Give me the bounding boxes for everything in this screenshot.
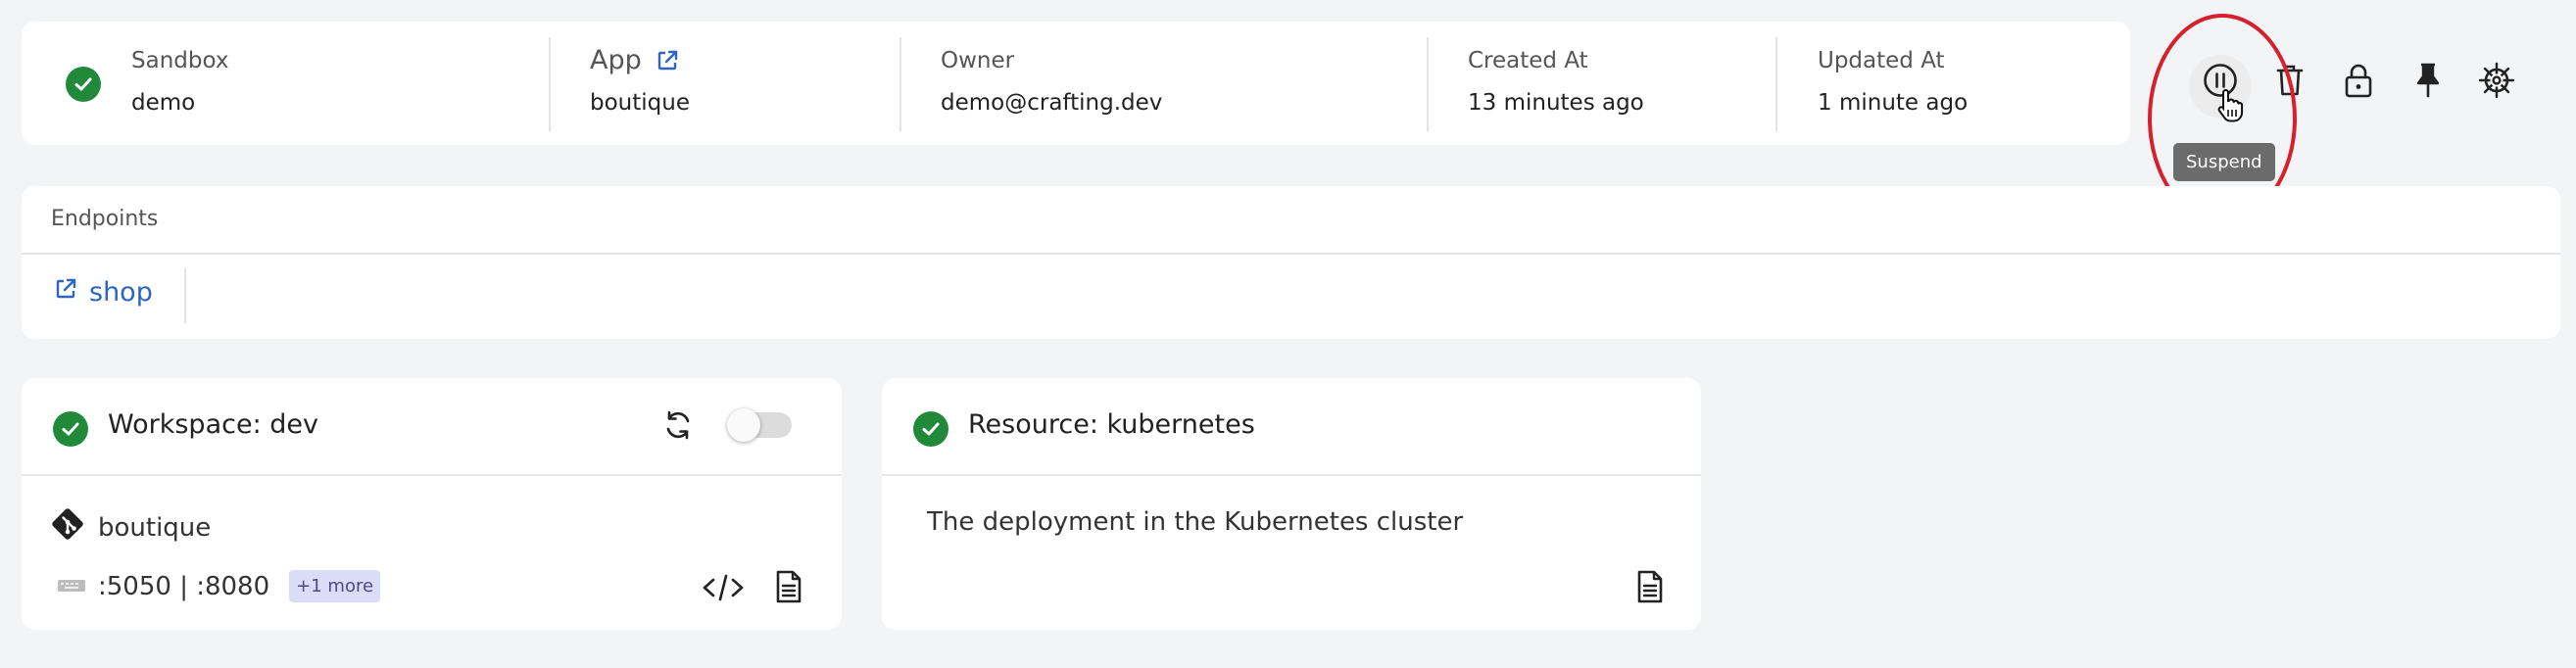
keyboard-icon <box>57 572 86 601</box>
sandbox-status-check-icon <box>66 67 101 102</box>
divider <box>1775 37 1777 131</box>
view-logs-button[interactable] <box>1632 568 1668 609</box>
pin-icon <box>2413 62 2443 103</box>
divider <box>899 37 901 131</box>
lock-button[interactable] <box>2339 61 2378 104</box>
workspace-card: Workspace: dev boutique :5050 | :8080 +1… <box>22 378 842 630</box>
toggle-knob <box>727 408 760 442</box>
helm-icon <box>2478 62 2515 103</box>
owner-value: demo@crafting.dev <box>941 90 1163 116</box>
sync-icon <box>661 408 695 446</box>
view-logs-button[interactable] <box>771 568 806 609</box>
workspace-title: Workspace: dev <box>108 409 318 440</box>
created-label: Created At <box>1468 48 1588 73</box>
sandbox-name: demo <box>131 90 196 116</box>
sandbox-label: Sandbox <box>131 48 229 73</box>
divider <box>549 37 551 131</box>
external-link-icon[interactable] <box>656 49 679 72</box>
endpoint-link-shop[interactable]: shop <box>54 277 153 308</box>
endpoints-card: Endpoints shop <box>22 186 2560 339</box>
open-code-button[interactable] <box>701 570 746 609</box>
lock-icon <box>2343 62 2374 103</box>
divider <box>184 268 186 323</box>
external-link-icon <box>54 277 77 308</box>
repo-name: boutique <box>98 512 212 543</box>
updated-label: Updated At <box>1818 48 1945 73</box>
resource-card: Resource: kubernetes The deployment in t… <box>882 378 1701 630</box>
endpoint-label: shop <box>89 277 153 308</box>
app-label: App <box>590 45 642 75</box>
resource-description: The deployment in the Kubernetes cluster <box>927 507 1464 537</box>
created-value: 13 minutes ago <box>1468 90 1644 116</box>
pin-button[interactable] <box>2408 61 2448 104</box>
git-icon <box>51 507 84 548</box>
refresh-button[interactable] <box>658 407 698 447</box>
divider <box>22 474 842 476</box>
ports-value: :5050 | :8080 <box>98 571 270 601</box>
resource-title: Resource: kubernetes <box>968 409 1255 440</box>
ports-row: :5050 | :8080 +1 more <box>57 570 381 602</box>
app-label-row: App <box>590 45 679 75</box>
divider <box>1427 37 1429 131</box>
hand-cursor-icon <box>2214 88 2244 127</box>
divider <box>22 253 2560 255</box>
repo-row: boutique <box>51 507 211 548</box>
more-ports-badge[interactable]: +1 more <box>289 570 381 602</box>
workspace-status-check-icon <box>53 411 88 447</box>
divider <box>882 474 1701 476</box>
document-icon <box>1635 569 1665 608</box>
workspace-toggle[interactable] <box>727 408 792 442</box>
app-name: boutique <box>590 90 690 116</box>
owner-label: Owner <box>941 48 1015 73</box>
sandbox-info-card: Sandbox demo App boutique Owner demo@cra… <box>22 22 2130 145</box>
updated-value: 1 minute ago <box>1818 90 1968 116</box>
document-icon <box>774 569 803 608</box>
resource-status-check-icon <box>913 411 948 447</box>
endpoints-title: Endpoints <box>51 207 159 231</box>
code-icon <box>702 573 745 606</box>
helm-button[interactable] <box>2477 61 2516 104</box>
